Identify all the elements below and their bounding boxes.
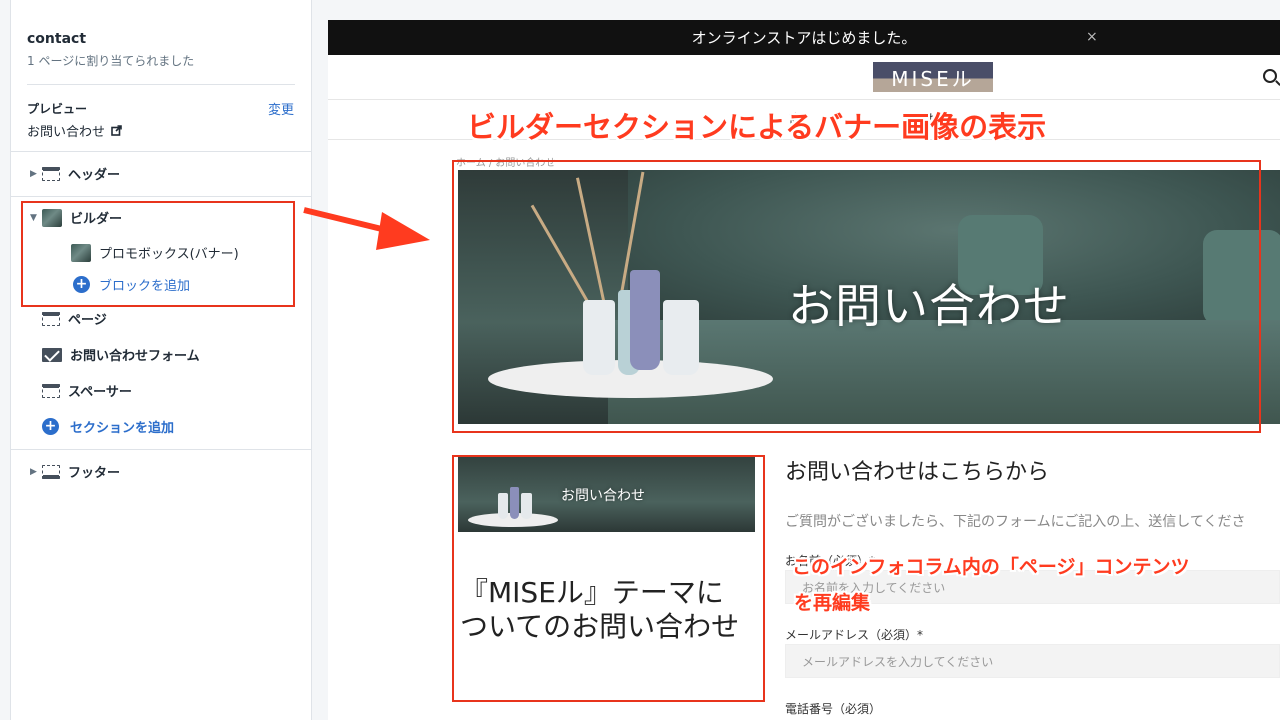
caret-right-icon[interactable]: ▶ <box>30 169 42 179</box>
footer-section-icon <box>42 464 60 479</box>
section-label: スペーサー <box>68 385 132 400</box>
infocolumn-annotation-caption-2: を再編集 <box>794 592 871 614</box>
preview-label: プレビュー <box>27 102 88 116</box>
page-section-icon <box>42 311 60 326</box>
close-icon[interactable]: × <box>1086 29 1098 45</box>
infocolumn-annotation-caption: このインフォコラム内の「ページ」コンテンツ <box>792 556 1190 578</box>
annotation-arrow-icon <box>303 207 430 250</box>
section-spacer[interactable]: スペーサー <box>30 381 132 400</box>
section-label: ヘッダー <box>68 168 121 183</box>
external-link-icon <box>111 125 122 136</box>
section-footer[interactable]: ▶ フッター <box>30 462 120 481</box>
contact-title: お問い合わせはこちらから <box>785 460 1050 485</box>
store-logo[interactable]: MISEル <box>873 62 993 92</box>
divider <box>328 99 1280 100</box>
plus-circle-icon: + <box>42 418 59 435</box>
divider <box>27 84 295 85</box>
email-field[interactable]: メールアドレスを入力してください <box>785 644 1280 678</box>
email-label: メールアドレス（必須）* <box>785 628 924 642</box>
header-section-icon <box>42 166 60 181</box>
search-icon[interactable] <box>1263 69 1277 83</box>
announcement-bar: オンラインストアはじめました。 × <box>328 20 1280 55</box>
add-section-button[interactable]: + セクションを追加 <box>30 417 174 436</box>
preview-page-link[interactable]: お問い合わせ <box>27 121 122 140</box>
template-header: contact 1 ページに割り当てられました <box>27 31 194 69</box>
announcement-text: オンラインストアはじめました。 <box>691 29 917 47</box>
section-contact-form[interactable]: お問い合わせフォーム <box>30 345 200 364</box>
sidebar-gutter <box>0 0 11 720</box>
preview-page-name: お問い合わせ <box>27 125 106 140</box>
template-subtitle: 1 ページに割り当てられました <box>27 54 195 68</box>
section-label: お問い合わせフォーム <box>70 349 200 364</box>
spacer-section-icon <box>42 383 60 398</box>
section-label: ページ <box>68 313 107 328</box>
divider <box>11 449 311 450</box>
caret-right-icon[interactable]: ▶ <box>30 467 42 477</box>
section-page[interactable]: ページ <box>30 309 107 328</box>
template-title: contact <box>27 31 87 47</box>
theme-editor: contact 1 ページに割り当てられました プレビュー 変更 お問い合わせ … <box>0 0 1280 720</box>
mail-icon <box>42 347 62 362</box>
banner-highlight-box <box>452 160 1261 433</box>
change-preview-link[interactable]: 変更 <box>268 99 294 118</box>
section-header[interactable]: ▶ ヘッダー <box>30 164 120 183</box>
banner-annotation-caption: ビルダーセクションによるバナー画像の表示 <box>467 110 1047 144</box>
divider <box>11 151 311 152</box>
builder-highlight-box <box>21 201 295 307</box>
section-label: フッター <box>68 466 121 481</box>
add-section-label: セクションを追加 <box>70 421 175 436</box>
infocolumn-highlight-box <box>452 455 765 702</box>
divider <box>11 196 311 197</box>
contact-description: ご質問がございましたら、下記のフォームにご記入の上、送信してくださ <box>785 514 1246 530</box>
editor-sidebar: contact 1 ページに割り当てられました プレビュー 変更 お問い合わせ … <box>0 0 312 720</box>
phone-label: 電話番号（必須） <box>785 702 882 716</box>
